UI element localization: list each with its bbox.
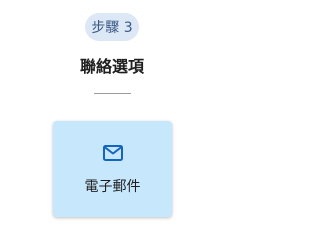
contact-options-step: 步驟 3 聯絡選項 電子郵件	[0, 0, 260, 239]
email-option-label: 電子郵件	[84, 179, 141, 195]
email-option-button[interactable]: 電子郵件	[53, 121, 172, 217]
step-badge: 步驟 3	[85, 13, 139, 41]
section-title: 聯絡選項	[79, 57, 144, 76]
mail-icon	[102, 144, 124, 162]
divider	[94, 93, 131, 94]
